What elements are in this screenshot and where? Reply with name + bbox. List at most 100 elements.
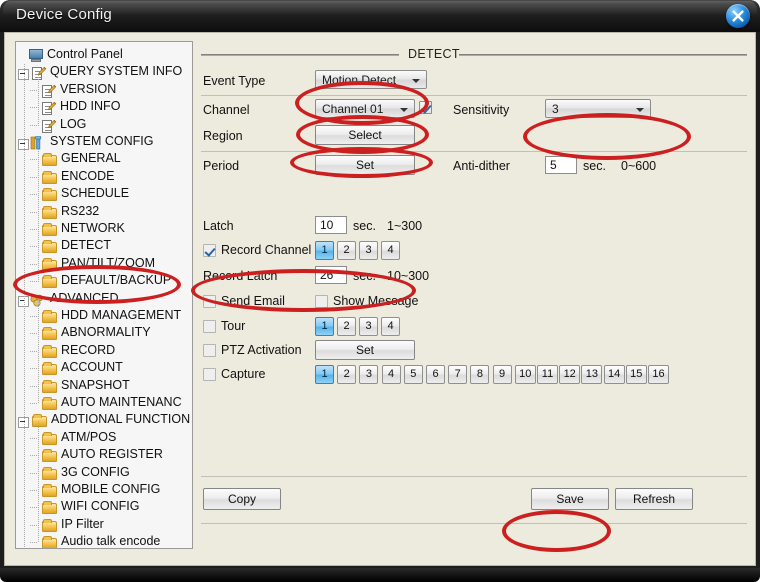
channel-number-button[interactable]: 4 <box>381 365 401 384</box>
tree-item-wifi-config[interactable]: WIFI CONFIG <box>16 498 192 515</box>
tree-item-system-config[interactable]: SYSTEM CONFIG <box>16 133 192 150</box>
anti-dither-input[interactable]: 5 <box>545 156 577 174</box>
divider-1 <box>201 95 747 96</box>
tree-item-log[interactable]: LOG <box>16 116 192 133</box>
header-rule-right <box>459 54 747 56</box>
tree-item-hdd-management[interactable]: HDD MANAGEMENT <box>16 307 192 324</box>
channel-number-button[interactable]: 8 <box>470 365 490 384</box>
ptz-activation-checkbox[interactable] <box>203 344 216 357</box>
tree-item-encode[interactable]: ENCODE <box>16 168 192 185</box>
channel-number-button[interactable]: 14 <box>603 365 625 384</box>
tree-item-label: SNAPSHOT <box>61 377 130 392</box>
channel-number-button[interactable]: 12 <box>559 365 581 384</box>
record-latch-input[interactable]: 26 <box>315 266 347 284</box>
channel-label: Channel <box>203 103 250 117</box>
tree-item-abnormality[interactable]: ABNORMALITY <box>16 324 192 341</box>
record-channel-checkbox[interactable] <box>203 244 216 257</box>
sensitivity-dropdown[interactable]: 3 <box>545 99 651 118</box>
tree-item-snapshot[interactable]: SNAPSHOT <box>16 377 192 394</box>
tree-item-label: IP Filter <box>61 516 104 531</box>
channel-dropdown[interactable]: Channel 01 <box>315 99 415 118</box>
channel-number-button[interactable]: 13 <box>581 365 603 384</box>
tree-item-advanced[interactable]: ADVANCED <box>16 290 192 307</box>
tour-checkbox[interactable] <box>203 320 216 333</box>
tree-item-pan-tilt-zoom[interactable]: PAN/TILT/ZOOM <box>16 255 192 272</box>
folder-icon <box>42 188 57 202</box>
channel-enable-checkbox[interactable] <box>419 101 432 114</box>
channel-number-button[interactable]: 5 <box>403 365 423 384</box>
channel-number-button[interactable]: 2 <box>337 365 357 384</box>
channel-number-button[interactable]: 3 <box>359 365 379 384</box>
tree-item-label: WIFI CONFIG <box>61 499 140 514</box>
channel-number-button[interactable]: 9 <box>492 365 512 384</box>
tree-item-audio-talk-encode[interactable]: Audio talk encode <box>16 533 192 548</box>
channel-number-button[interactable]: 1 <box>315 365 334 384</box>
tree-item-auto-register[interactable]: AUTO REGISTER <box>16 446 192 463</box>
tree-item-label: ADVANCED <box>50 290 119 305</box>
channel-number-button[interactable]: 3 <box>359 241 378 260</box>
tree-connector <box>30 211 38 213</box>
tree-item-label: ADDTIONAL FUNCTION <box>51 412 191 427</box>
tree-item-label: VERSION <box>60 81 117 96</box>
tree-guide <box>38 73 39 126</box>
region-select-button[interactable]: Select <box>315 125 415 145</box>
ptz-activation-set-button[interactable]: Set <box>315 340 415 360</box>
send-email-label: Send Email <box>221 294 285 308</box>
copy-button[interactable]: Copy <box>203 488 281 510</box>
channel-number-button[interactable]: 1 <box>315 241 334 260</box>
save-button[interactable]: Save <box>531 488 609 510</box>
channel-number-button[interactable]: 10 <box>514 365 536 384</box>
latch-input[interactable]: 10 <box>315 216 347 234</box>
channel-number-button[interactable]: 15 <box>625 365 647 384</box>
tree-item-label: ATM/POS <box>61 429 117 444</box>
channel-number-button[interactable]: 4 <box>381 317 400 336</box>
folder-icon <box>42 466 57 480</box>
folder-icon <box>42 501 57 515</box>
chevron-down-icon <box>412 79 420 83</box>
channel-number-button[interactable]: 11 <box>537 365 558 384</box>
tree-item-version[interactable]: VERSION <box>16 81 192 98</box>
channel-number-button[interactable]: 4 <box>381 241 400 260</box>
close-icon[interactable] <box>726 4 750 28</box>
send-email-checkbox[interactable] <box>203 295 216 308</box>
tree-item-control-panel[interactable]: Control Panel <box>16 46 192 63</box>
refresh-button[interactable]: Refresh <box>615 488 693 510</box>
tree-item-hdd-info[interactable]: HDD INFO <box>16 98 192 116</box>
channel-number-button[interactable]: 2 <box>337 317 356 336</box>
channel-number-button[interactable]: 7 <box>448 365 468 384</box>
channel-number-button[interactable]: 16 <box>648 365 669 384</box>
tree-item-atm-pos[interactable]: ATM/POS <box>16 429 192 446</box>
channel-number-button[interactable]: 1 <box>315 317 334 336</box>
channel-number-button[interactable]: 3 <box>359 317 378 336</box>
tree-item-label: ABNORMALITY <box>61 325 151 340</box>
tree-item-account[interactable]: ACCOUNT <box>16 359 192 376</box>
tree-item-label: AUTO MAINTENANC <box>61 395 182 409</box>
event-type-dropdown[interactable]: Motion Detect <box>315 70 427 89</box>
tree-item-default-backup[interactable]: DEFAULT/BACKUP <box>16 272 192 289</box>
channel-number-button[interactable]: 6 <box>426 365 445 384</box>
tree-connector <box>30 316 38 317</box>
tree-item-auto-maintenanc[interactable]: AUTO MAINTENANC <box>16 394 192 411</box>
tree-item-mobile-config[interactable]: MOBILE CONFIG <box>16 481 192 498</box>
tree-item-query-system-info[interactable]: QUERY SYSTEM INFO <box>16 63 192 81</box>
channel-number-button[interactable]: 2 <box>337 241 356 260</box>
tree-guide <box>38 299 39 404</box>
tree-item-record[interactable]: RECORD <box>16 342 192 359</box>
show-message-checkbox[interactable] <box>315 295 328 308</box>
tree-item-detect[interactable]: DETECT <box>16 237 192 254</box>
capture-checkbox[interactable] <box>203 368 216 381</box>
tree-item-3g-config[interactable]: 3G CONFIG <box>16 464 192 481</box>
tree-item-schedule[interactable]: SCHEDULE <box>16 185 192 202</box>
tree-item-network[interactable]: NETWORK <box>16 220 192 237</box>
tree-item-addtional-function[interactable]: ADDTIONAL FUNCTION <box>16 411 192 429</box>
period-set-button[interactable]: Set <box>315 155 415 175</box>
section-title: DETECT <box>408 47 460 61</box>
show-message-label: Show Message <box>333 294 419 308</box>
tree-item-ip-filter[interactable]: IP Filter <box>16 516 192 533</box>
tree-item-rs232[interactable]: RS232 <box>16 203 192 220</box>
record-latch-label: Record Latch <box>203 269 278 283</box>
navigation-tree[interactable]: Control Panel QUERY SYSTEM INFO VERSION HDD… <box>15 41 193 549</box>
tree-item-general[interactable]: GENERAL <box>16 150 192 167</box>
folder-icon <box>42 431 57 445</box>
tree-connector <box>30 176 38 178</box>
